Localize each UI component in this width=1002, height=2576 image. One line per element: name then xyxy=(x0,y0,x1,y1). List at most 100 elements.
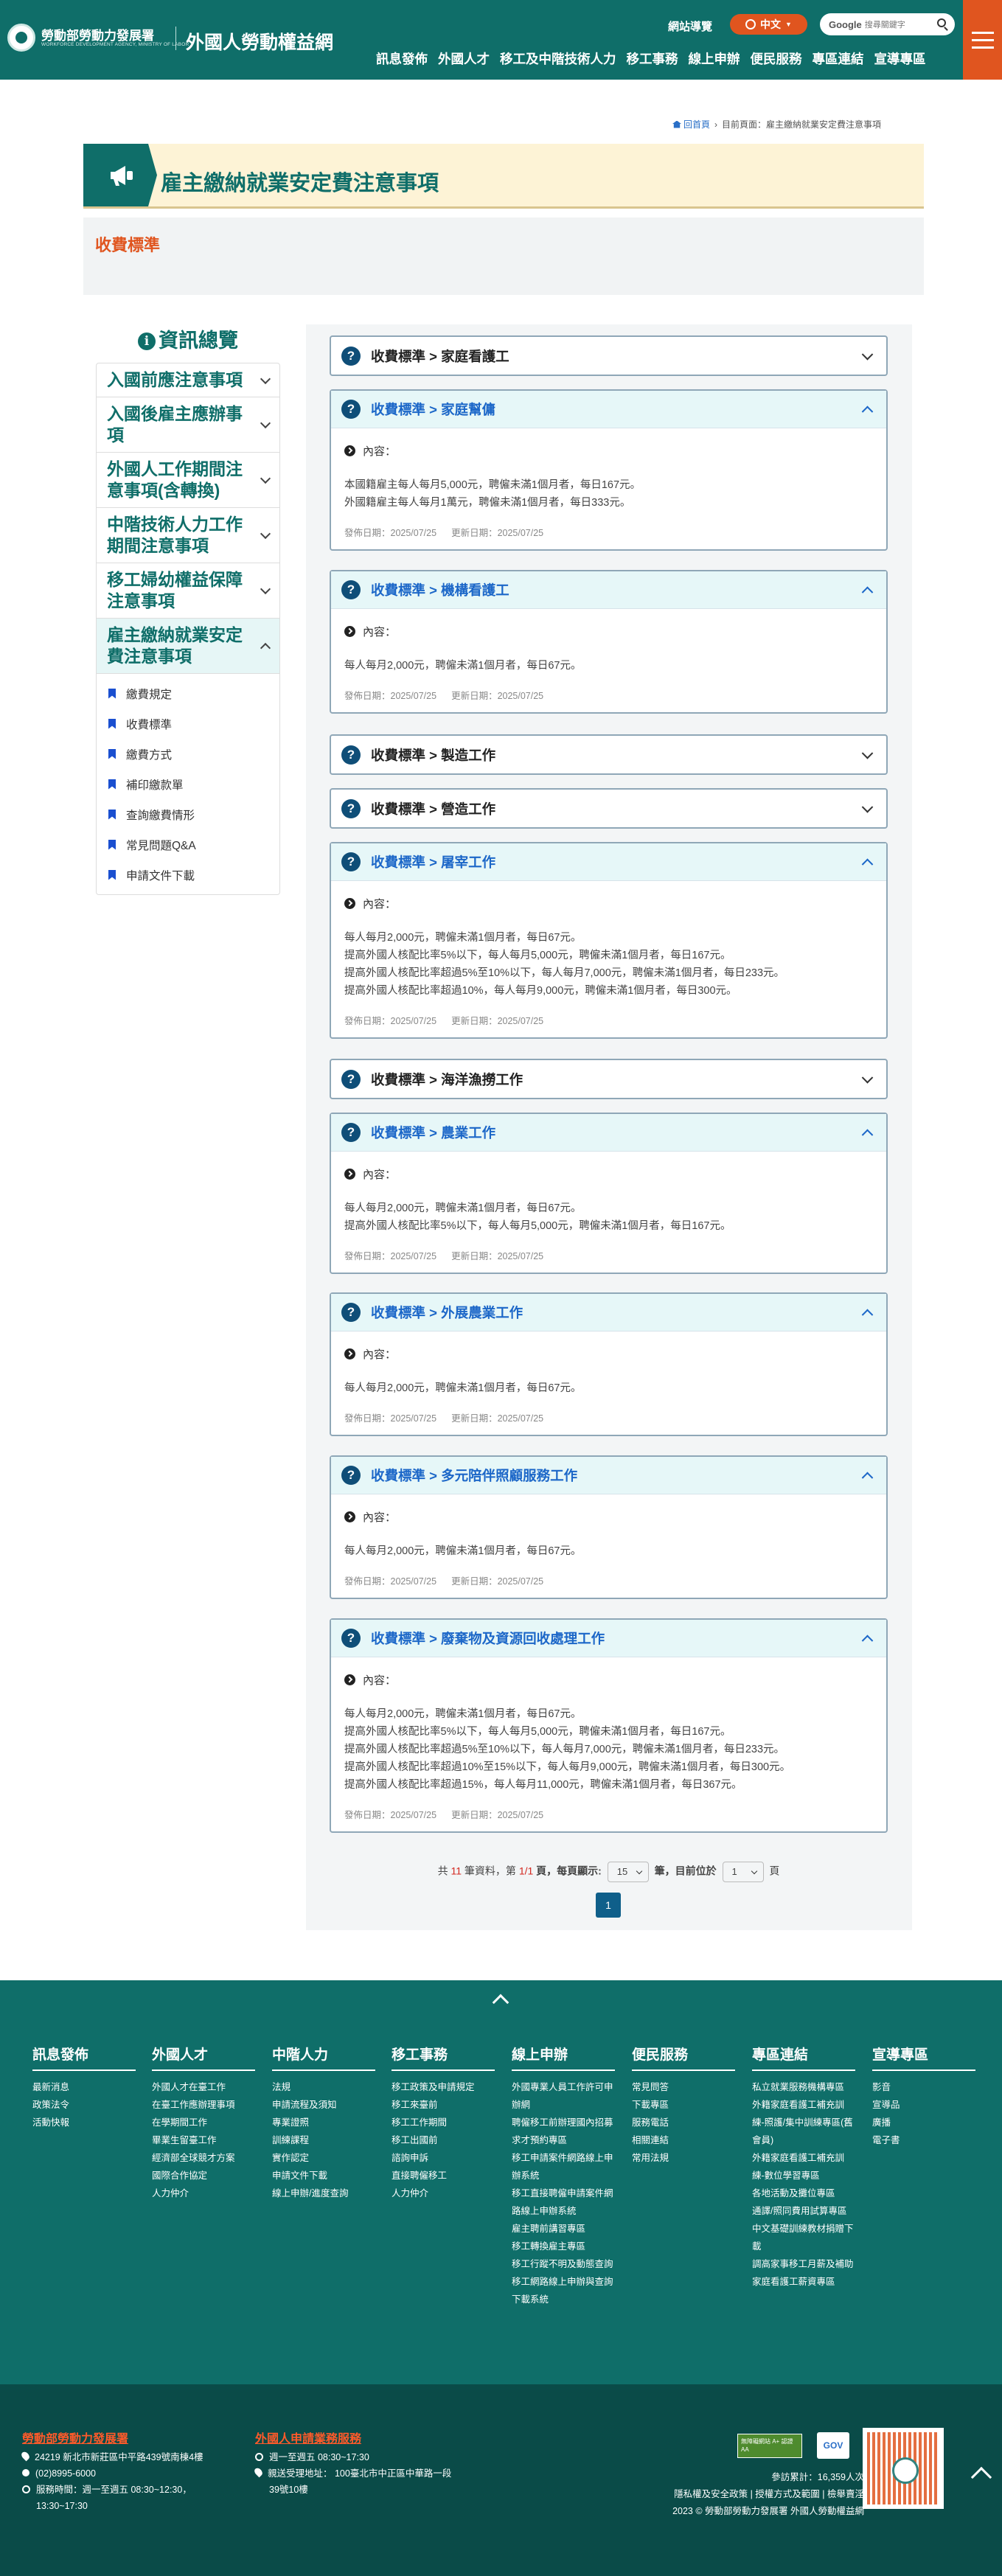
policy-links[interactable]: 隱私權及安全政策 | 授權方式及範圍 | 檢舉賣淫 xyxy=(674,2486,864,2500)
site-search[interactable]: Google 搜尋關鍵字 xyxy=(820,13,955,35)
sidebar-subitem[interactable]: 繳費方式 xyxy=(97,739,279,769)
accordion-header[interactable]: ? 收費標準 > 家庭幫傭 xyxy=(331,391,886,428)
sidebar-item[interactable]: 外國人工作期間注意事項(含轉換) xyxy=(97,453,279,508)
footer-service-link[interactable]: 外國人申請業務服務 xyxy=(255,2429,361,2446)
agency-name[interactable]: 勞動部勞動力發展署 xyxy=(41,25,154,43)
accordion-header[interactable]: ? 收費標準 > 外展農業工作 xyxy=(331,1294,886,1331)
footer-link[interactable]: 廣播 xyxy=(872,2114,975,2131)
footer-link[interactable]: 最新消息 xyxy=(32,2078,136,2096)
nav-item[interactable]: 訊息發佈 xyxy=(376,49,428,68)
sidebar-item[interactable]: 中階技術人力工作期間注意事項 xyxy=(97,508,279,563)
accordion-header[interactable]: ? 收費標準 > 海洋漁撈工作 xyxy=(331,1060,886,1098)
footer-link[interactable]: 常用法規 xyxy=(632,2149,735,2167)
accordion-header[interactable]: ? 收費標準 > 機構看護工 xyxy=(331,571,886,609)
sidebar-subitem[interactable]: 繳費規定 xyxy=(97,678,279,709)
footer-link[interactable]: 相關連結 xyxy=(632,2131,735,2149)
footer-link[interactable]: 常見問答 xyxy=(632,2078,735,2096)
per-page-select[interactable]: 15 xyxy=(607,1862,649,1882)
footer-link[interactable]: 外國專業人員工作許可申辦網 xyxy=(512,2078,615,2114)
footer-link[interactable]: 雇主聘前講習專區 xyxy=(512,2220,615,2238)
footer-link[interactable]: 諮詢申訴 xyxy=(392,2149,495,2167)
nav-item[interactable]: 線上申辦 xyxy=(689,49,740,68)
footer-column-title[interactable]: 專區連結 xyxy=(752,2044,855,2071)
footer-link[interactable]: 電子書 xyxy=(872,2131,975,2149)
footer-link[interactable]: 畢業生留臺工作 xyxy=(152,2131,255,2149)
footer-link[interactable]: 服務電話 xyxy=(632,2114,735,2131)
footer-link[interactable]: 國際合作協定 xyxy=(152,2167,255,2185)
footer-column-title[interactable]: 線上申辦 xyxy=(512,2044,615,2071)
footer-link[interactable]: 中文基礎訓練教材捐贈下載 xyxy=(752,2220,855,2255)
sidebar-subitem[interactable]: 常見問題Q&A xyxy=(97,829,279,860)
language-dropdown[interactable]: 中文 ▼ xyxy=(730,14,807,35)
gov-badge[interactable]: GOV xyxy=(817,2432,849,2459)
page-1-button[interactable]: 1 xyxy=(596,1893,621,1918)
footer-link[interactable]: 私立就業服務機構專區 xyxy=(752,2078,855,2096)
footer-link[interactable]: 影音 xyxy=(872,2078,975,2096)
footer-org-link[interactable]: 勞動部勞動力發展署 xyxy=(22,2429,128,2446)
sidebar-item[interactable]: 移工婦幼權益保障注意事項 xyxy=(97,563,279,619)
footer-link[interactable]: 下載專區 xyxy=(632,2096,735,2114)
footer-column-title[interactable]: 宣導專區 xyxy=(872,2044,975,2071)
nav-item[interactable]: 移工及中階技術人力 xyxy=(500,49,616,68)
footer-link[interactable]: 經濟部全球競才方案 xyxy=(152,2149,255,2167)
sidebar-item-active[interactable]: 雇主繳納就業安定費注意事項 xyxy=(97,619,279,674)
accordion-header[interactable]: ? 收費標準 > 多元陪伴照顧服務工作 xyxy=(331,1457,886,1494)
footer-link[interactable]: 移工政策及申請規定 xyxy=(392,2078,495,2096)
breadcrumb-home-link[interactable]: 回首頁 xyxy=(672,118,710,130)
current-page-select[interactable]: 1 xyxy=(722,1862,764,1882)
footer-link[interactable]: 在學期間工作 xyxy=(152,2114,255,2131)
footer-link[interactable]: 政策法令 xyxy=(32,2096,136,2114)
footer-link[interactable]: 外籍家庭看護工補充訓練-照護/集中訓練專區(舊會員) xyxy=(752,2096,855,2149)
chevron-up-icon[interactable] xyxy=(492,1994,509,2011)
sitemap-link[interactable]: 網站導覽 xyxy=(668,18,712,34)
footer-column-title[interactable]: 中階人力 xyxy=(272,2044,375,2071)
footer-link[interactable]: 移工出國前 xyxy=(392,2131,495,2149)
search-input[interactable]: 搜尋關鍵字 xyxy=(865,18,905,30)
nav-item[interactable]: 專區連結 xyxy=(813,49,864,68)
footer-column-title[interactable]: 便民服務 xyxy=(632,2044,735,2071)
accordion-header[interactable]: ? 收費標準 > 家庭看護工 xyxy=(331,337,886,375)
sidebar-item[interactable]: 入國後雇主應辦事項 xyxy=(97,397,279,453)
sidebar-subitem[interactable]: 收費標準 xyxy=(97,709,279,739)
footer-link[interactable]: 訓練課程 xyxy=(272,2131,375,2149)
footer-link[interactable]: 移工申請案件網路線上申辦系統 xyxy=(512,2149,615,2185)
footer-link[interactable]: 移工行蹤不明及動態查詢 xyxy=(512,2255,615,2273)
back-to-top-button[interactable] xyxy=(960,2433,1002,2521)
footer-link[interactable]: 移工來臺前 xyxy=(392,2096,495,2114)
accessibility-badge[interactable]: 無障礙網站 A+ 認證 AA xyxy=(737,2434,802,2458)
footer-link[interactable]: 申請流程及須知 xyxy=(272,2096,375,2114)
footer-link[interactable]: 外籍家庭看護工補充訓練-數位學習專區 xyxy=(752,2149,855,2185)
footer-link[interactable]: 法規 xyxy=(272,2078,375,2096)
footer-link[interactable]: 調高家事移工月薪及補助家庭看護工薪資專區 xyxy=(752,2255,855,2291)
agency-logo-icon[interactable] xyxy=(7,24,35,52)
footer-link[interactable]: 專業證照 xyxy=(272,2114,375,2131)
footer-column-title[interactable]: 移工事務 xyxy=(392,2044,495,2071)
sidebar-item[interactable]: 入國前應注意事項 xyxy=(97,363,279,397)
footer-link[interactable]: 宣導品 xyxy=(872,2096,975,2114)
sidebar-subitem[interactable]: 查詢繳費情形 xyxy=(97,799,279,829)
site-title[interactable]: 外國人勞動權益網 xyxy=(186,28,333,55)
sidebar-subitem[interactable]: 補印繳款單 xyxy=(97,769,279,799)
footer-link[interactable]: 人力仲介 xyxy=(392,2185,495,2202)
footer-link[interactable]: 活動快報 xyxy=(32,2114,136,2131)
footer-link[interactable]: 外國人才在臺工作 xyxy=(152,2078,255,2096)
footer-link[interactable]: 人力仲介 xyxy=(152,2185,255,2202)
footer-link[interactable]: 移工轉換雇主專區 xyxy=(512,2238,615,2255)
accordion-header[interactable]: ? 收費標準 > 屠宰工作 xyxy=(331,843,886,881)
accordion-header[interactable]: ? 收費標準 > 廢棄物及資源回收處理工作 xyxy=(331,1620,886,1657)
footer-link[interactable]: 移工直接聘僱申請案件網路線上申辦系統 xyxy=(512,2185,615,2220)
footer-link[interactable]: 線上申辦/進度查詢 xyxy=(272,2185,375,2202)
footer-column-title[interactable]: 外國人才 xyxy=(152,2044,255,2071)
nav-item[interactable]: 宣導專區 xyxy=(874,49,926,68)
sidebar-subitem[interactable]: 申請文件下載 xyxy=(97,860,279,890)
footer-column-title[interactable]: 訊息發佈 xyxy=(32,2044,136,2071)
search-icon[interactable] xyxy=(937,18,946,27)
footer-link[interactable]: 移工工作期間 xyxy=(392,2114,495,2131)
nav-item[interactable]: 移工事務 xyxy=(627,49,678,68)
footer-link[interactable]: 直接聘僱移工 xyxy=(392,2167,495,2185)
accordion-header[interactable]: ? 收費標準 > 製造工作 xyxy=(331,736,886,773)
footer-link[interactable]: 通譯/照同費用試算專區 xyxy=(752,2202,855,2220)
footer-link[interactable]: 申請文件下載 xyxy=(272,2167,375,2185)
hamburger-menu-button[interactable] xyxy=(963,0,1002,80)
footer-link[interactable]: 移工網路線上申辦與查詢下載系統 xyxy=(512,2273,615,2308)
